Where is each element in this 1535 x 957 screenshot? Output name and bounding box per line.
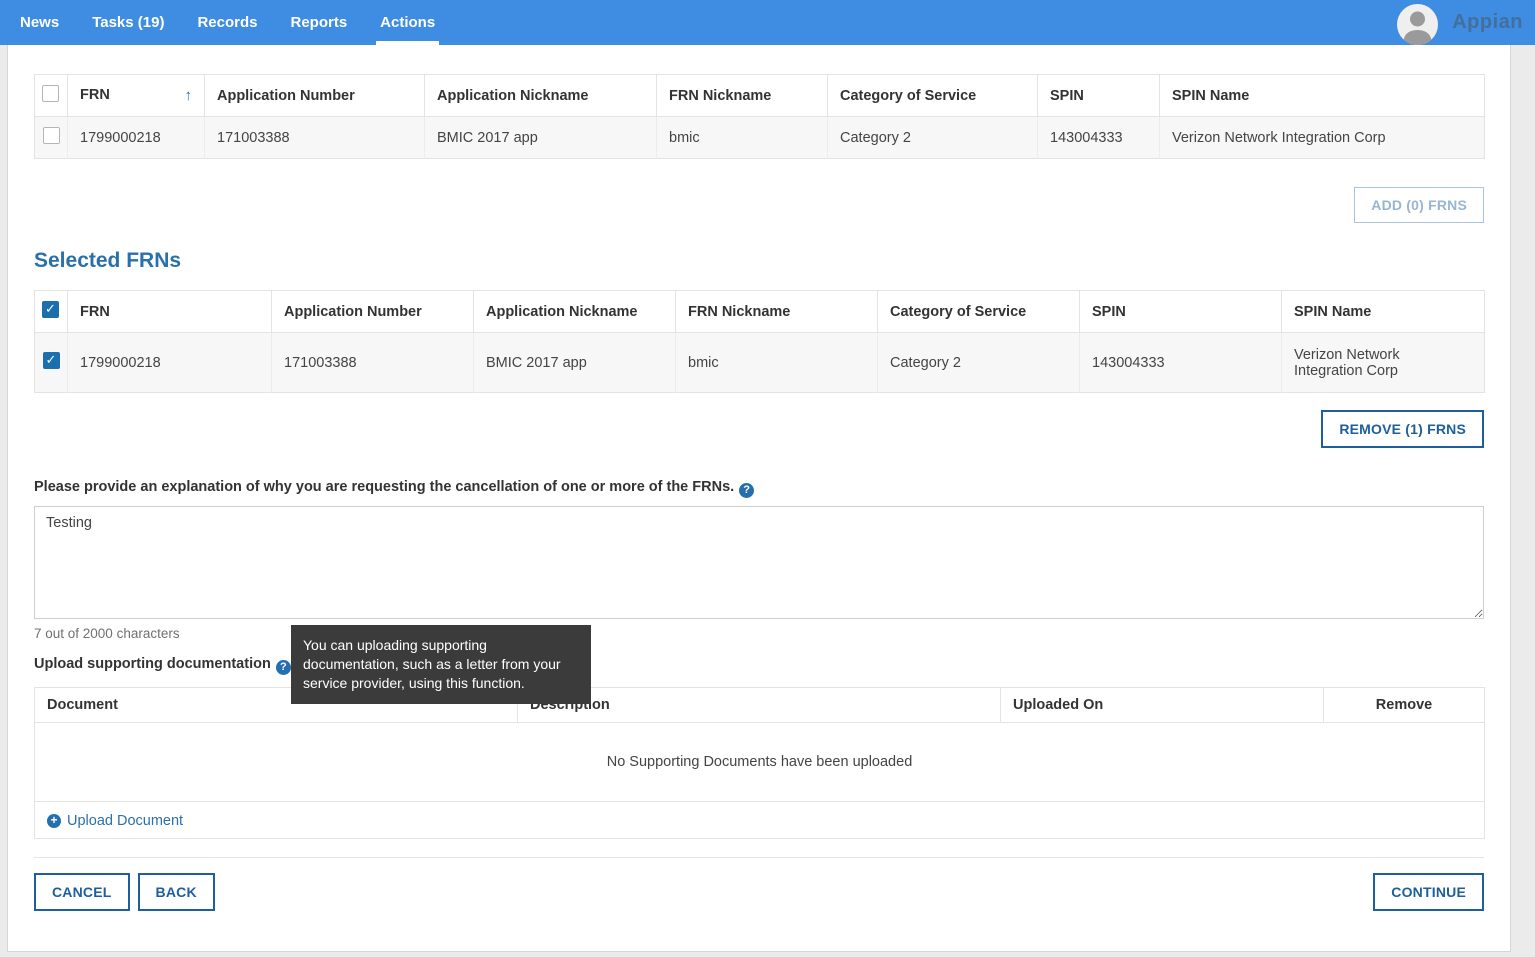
cell-spin-name: Verizon Network Integration Corp [1159,116,1485,159]
explanation-help-icon[interactable]: ? [739,483,755,498]
top-nav-bar: News Tasks (19) Records Reports Actions … [0,0,1535,45]
cell-spin: 143004333 [1037,116,1160,159]
col-category-of-service[interactable]: Category of Service [877,290,1080,333]
col-frn-nickname[interactable]: FRN Nickname [675,290,878,333]
cancel-button[interactable]: CANCEL [34,873,130,911]
explanation-textarea[interactable]: Testing [34,506,1484,619]
frn-table-row: 1799000218 171003388 BMIC 2017 app bmic … [34,116,1485,159]
select-all-checkbox-selected[interactable] [42,301,59,318]
cell-category-of-service: Category 2 [877,332,1080,393]
col-frn[interactable]: FRN ↑ [67,74,205,117]
col-category-of-service[interactable]: Category of Service [827,74,1038,117]
row-checkbox[interactable] [42,127,60,144]
nav-item-tasks[interactable]: Tasks (19) [92,0,164,45]
frn-table-header-row: FRN ↑ Application Number Application Nick… [34,74,1485,117]
remove-frns-button[interactable]: REMOVE (1) FRNS [1321,410,1484,448]
footer-divider [34,857,1484,858]
back-button[interactable]: BACK [137,873,215,911]
nav-item-reports[interactable]: Reports [290,0,347,45]
cell-spin: 143004333 [1079,332,1282,393]
upload-document-row: + Upload Document [34,801,1485,839]
col-uploaded-on: Uploaded On [1000,687,1324,723]
user-avatar[interactable] [1397,3,1439,45]
selected-table-header-row: FRN Application Number Application Nickn… [34,290,1485,333]
continue-button[interactable]: CONTINUE [1373,873,1484,911]
character-count: 7 out of 2000 characters [34,626,180,641]
selected-frn-table: FRN Application Number Application Nickn… [34,290,1485,393]
nav-right: Appian [1397,0,1523,45]
col-frn-label: FRN [80,87,110,103]
sort-asc-icon[interactable]: ↑ [185,87,193,104]
cell-application-number: 171003388 [271,332,474,393]
upload-help-tooltip: You can uploading supporting documentati… [291,625,591,704]
col-application-nickname[interactable]: Application Nickname [424,74,657,117]
col-spin-name[interactable]: SPIN Name [1281,290,1485,333]
explanation-label: Please provide an explanation of why you… [34,479,735,495]
row-checkbox-selected[interactable] [42,352,60,369]
col-spin[interactable]: SPIN [1037,74,1160,117]
no-documents-message: No Supporting Documents have been upload… [34,722,1485,802]
col-application-number[interactable]: Application Number [271,290,474,333]
plus-icon: + [47,814,61,828]
person-icon [1403,11,1433,45]
col-spin-name[interactable]: SPIN Name [1159,74,1485,117]
frn-table: FRN ↑ Application Number Application Nick… [34,74,1485,159]
col-frn[interactable]: FRN [67,290,272,333]
upload-document-link[interactable]: + Upload Document [47,813,183,829]
upload-documentation-label: Upload supporting documentation [34,656,271,672]
col-application-number[interactable]: Application Number [204,74,425,117]
upload-help-icon[interactable]: ? [275,660,291,675]
col-application-nickname[interactable]: Application Nickname [473,290,676,333]
col-spin[interactable]: SPIN [1079,290,1282,333]
col-remove: Remove [1323,687,1485,723]
cell-application-number: 171003388 [204,116,425,159]
select-all-checkbox[interactable] [42,85,59,102]
selected-frns-heading: Selected FRNs [34,249,182,272]
nav-item-records[interactable]: Records [197,0,257,45]
selected-table-row: 1799000218 171003388 BMIC 2017 app bmic … [34,332,1485,393]
cell-spin-name: Verizon Network Integration Corp [1281,332,1485,393]
cell-frn-nickname: bmic [675,332,878,393]
documents-empty-row: No Supporting Documents have been upload… [34,722,1485,802]
documents-header-row: Document Description Uploaded On Remove [34,687,1485,723]
main-content: FRN ↑ Application Number Application Nick… [7,45,1511,952]
cell-frn-nickname: bmic [656,116,828,159]
cell-application-nickname: BMIC 2017 app [473,332,676,393]
cell-category-of-service: Category 2 [827,116,1038,159]
upload-document-label: Upload Document [67,813,184,829]
col-frn-nickname[interactable]: FRN Nickname [656,74,828,117]
cell-application-nickname: BMIC 2017 app [424,116,657,159]
documents-table: Document Description Uploaded On Remove … [34,687,1485,839]
nav-item-news[interactable]: News [20,0,59,45]
add-frns-button[interactable]: ADD (0) FRNS [1354,187,1484,223]
appian-logo: Appian [1452,11,1523,33]
nav-item-actions[interactable]: Actions [376,0,440,45]
cell-frn: 1799000218 [67,116,205,159]
cell-frn: 1799000218 [67,332,272,393]
